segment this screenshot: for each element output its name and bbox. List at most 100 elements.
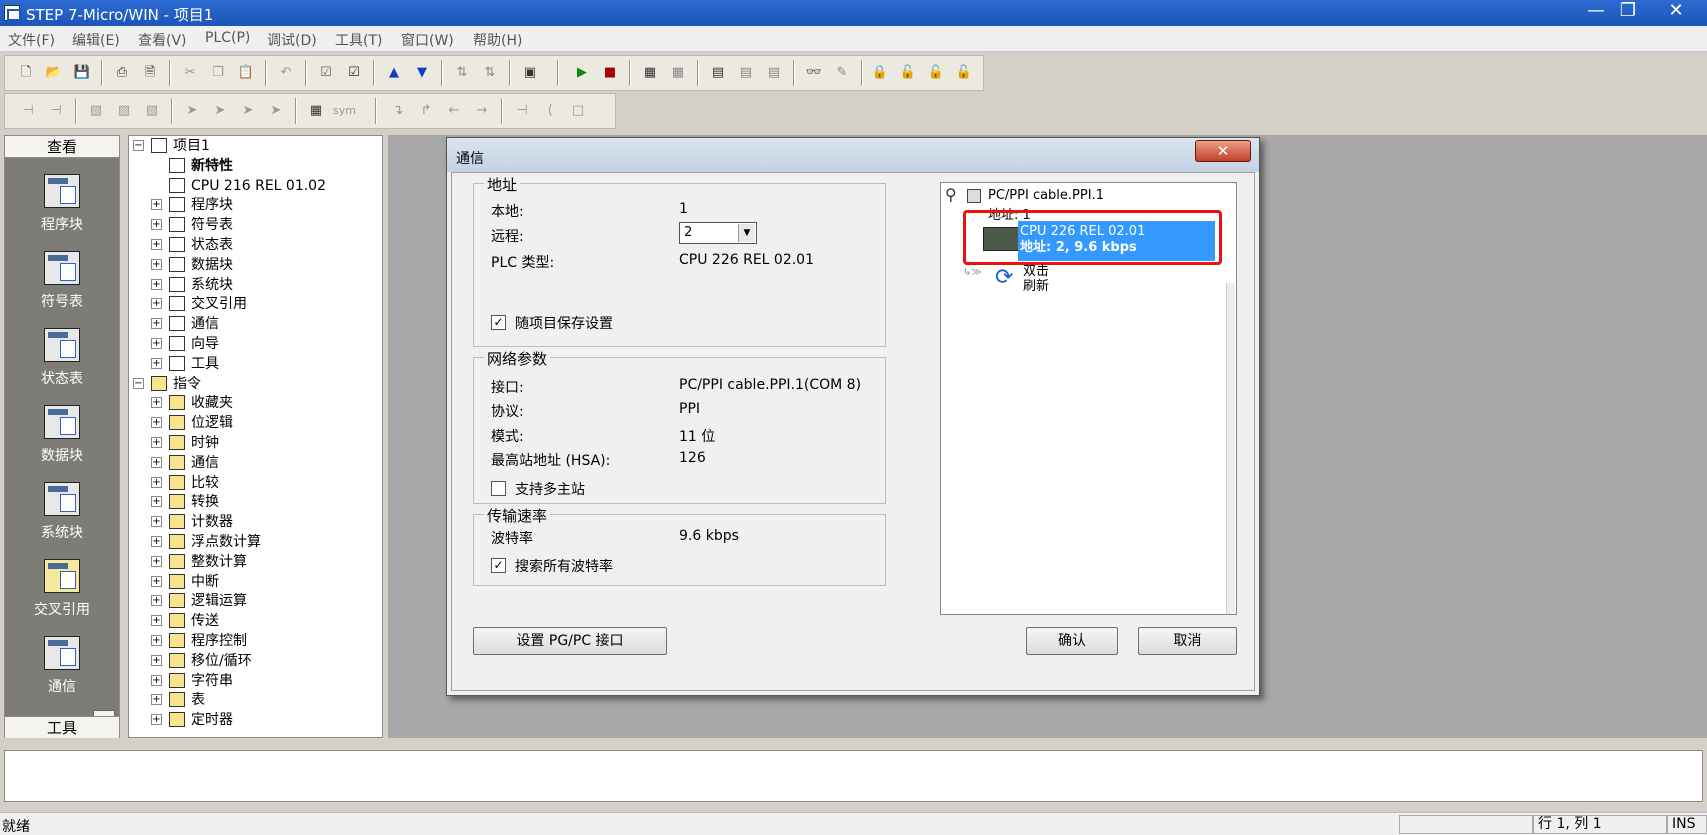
expand-icon[interactable]: +: [151, 595, 162, 607]
expand-icon[interactable]: +: [151, 258, 162, 270]
dropdown-arrow-icon[interactable]: ▼: [738, 224, 755, 242]
ladder-icon[interactable]: ▧: [113, 100, 135, 122]
menu-file[interactable]: 文件(F): [8, 30, 55, 50]
save-with-project-checkbox[interactable]: ✓: [491, 315, 506, 330]
chart-status-icon[interactable]: ▤: [707, 62, 729, 84]
expand-icon[interactable]: +: [151, 476, 162, 488]
save-all-icon[interactable]: 💾: [71, 62, 93, 84]
expand-icon[interactable]: +: [151, 635, 162, 646]
cancel-button[interactable]: 取消: [1138, 627, 1237, 655]
network-browser-pane[interactable]: ⚲ PC/PPI cable.PPI.1 地址: 1 CPU 226 REL 0…: [940, 182, 1237, 615]
expand-icon[interactable]: +: [151, 397, 162, 409]
fbd-icon[interactable]: ▧: [141, 100, 163, 122]
expand-icon[interactable]: +: [151, 318, 162, 330]
menu-help[interactable]: 帮助(H): [473, 30, 522, 50]
menu-plc[interactable]: PLC(P): [205, 30, 250, 46]
view-item-symbol-table[interactable]: 符号表: [5, 251, 119, 311]
collapse-icon[interactable]: −: [133, 140, 144, 151]
expand-icon[interactable]: +: [151, 694, 162, 706]
collapse-icon[interactable]: −: [133, 377, 144, 389]
view-item-communications[interactable]: 通信: [5, 636, 119, 696]
expand-icon[interactable]: +: [151, 437, 162, 448]
insert-box-icon[interactable]: □: [567, 100, 589, 122]
copy-icon[interactable]: ❐: [207, 62, 229, 84]
cable-name[interactable]: PC/PPI cable.PPI.1: [988, 188, 1104, 203]
run-icon[interactable]: ▶: [571, 62, 593, 84]
search-all-baud-label[interactable]: 搜索所有波特率: [515, 556, 613, 576]
stl-icon[interactable]: ▧: [85, 100, 107, 122]
refresh-label[interactable]: 双击 刷新: [1023, 264, 1049, 294]
expand-icon[interactable]: +: [151, 575, 162, 587]
expand-icon[interactable]: +: [151, 456, 162, 468]
sym-addressing-icon[interactable]: sym: [333, 100, 356, 122]
insert-coil-icon[interactable]: ⟨: [539, 100, 561, 122]
program-status-icon[interactable]: ▦: [639, 62, 661, 84]
menu-view[interactable]: 查看(V): [138, 30, 187, 50]
menu-edit[interactable]: 编辑(E): [72, 30, 120, 50]
dialog-close-button[interactable]: ✕: [1195, 140, 1251, 162]
expand-icon[interactable]: +: [151, 496, 162, 508]
print-icon[interactable]: ⎙: [111, 62, 133, 84]
read-all-forced-icon[interactable]: 🔓: [953, 62, 975, 84]
output-window[interactable]: [4, 750, 1703, 802]
write-icon[interactable]: ✎: [831, 62, 853, 84]
expand-icon[interactable]: +: [151, 536, 162, 547]
trend-icon[interactable]: ▤: [735, 62, 757, 84]
expand-icon[interactable]: +: [151, 357, 162, 369]
expand-icon[interactable]: +: [151, 239, 162, 250]
compile-all-icon[interactable]: ☑: [343, 62, 365, 84]
line-right-icon[interactable]: →: [471, 100, 493, 122]
glasses-icon[interactable]: 👓: [803, 62, 825, 84]
menu-debug[interactable]: 调试(D): [267, 30, 317, 50]
undo-icon[interactable]: ↶: [275, 62, 297, 84]
tools-tab[interactable]: 工具: [5, 716, 119, 738]
unforce-icon[interactable]: 🔓: [897, 62, 919, 84]
menu-tools[interactable]: 工具(T): [335, 30, 382, 50]
cut-icon[interactable]: ✂: [179, 62, 201, 84]
single-read-icon[interactable]: ▤: [763, 62, 785, 84]
line-left-icon[interactable]: ←: [443, 100, 465, 122]
unforce-all-icon[interactable]: 🔓: [925, 62, 947, 84]
expand-icon[interactable]: +: [151, 338, 162, 349]
ok-button[interactable]: 确认: [1026, 627, 1118, 655]
menu-window[interactable]: 窗口(W): [401, 30, 454, 50]
search-all-baud-checkbox[interactable]: ✓: [491, 558, 506, 573]
upload-icon[interactable]: ▲: [383, 62, 405, 84]
expand-icon[interactable]: +: [151, 555, 162, 567]
app-icon[interactable]: [4, 5, 21, 21]
expand-icon[interactable]: +: [151, 615, 162, 627]
options-icon[interactable]: ▣: [519, 62, 541, 84]
prev-bookmark-icon[interactable]: ➤: [237, 100, 259, 122]
set-pgpc-interface-button[interactable]: 设置 PG/PC 接口: [473, 627, 667, 655]
line-down-icon[interactable]: ↴: [387, 100, 409, 122]
line-up-icon[interactable]: ↱: [415, 100, 437, 122]
print-preview-icon[interactable]: 🗎: [139, 62, 161, 84]
expand-icon[interactable]: +: [151, 219, 162, 231]
compile-icon[interactable]: ☑: [315, 62, 337, 84]
view-item-data-block[interactable]: 数据块: [5, 405, 119, 465]
restore-button[interactable]: ❐: [1608, 0, 1648, 24]
open-folder-icon[interactable]: 📂: [43, 62, 65, 84]
expand-icon[interactable]: +: [151, 417, 162, 429]
pause-status-icon[interactable]: ▦: [667, 62, 689, 84]
sort-ascending-icon[interactable]: ⇅: [451, 62, 473, 84]
pane-scrollbar[interactable]: [1226, 283, 1235, 614]
expand-icon[interactable]: +: [151, 278, 162, 290]
view-item-program-block[interactable]: 程序块: [5, 174, 119, 234]
remote-address-select[interactable]: 2 ▼: [679, 222, 757, 244]
multi-master-label[interactable]: 支持多主站: [515, 479, 585, 499]
bookmark-icon[interactable]: ➤: [181, 100, 203, 122]
expand-icon[interactable]: +: [151, 298, 162, 310]
new-file-icon[interactable]: 🗋: [15, 62, 37, 84]
view-item-status-chart[interactable]: 状态表: [5, 328, 119, 388]
clear-bookmark-icon[interactable]: ➤: [265, 100, 287, 122]
insert-contact-icon[interactable]: ⊣: [511, 100, 533, 122]
expand-icon[interactable]: +: [151, 516, 162, 528]
expand-icon[interactable]: +: [151, 199, 162, 211]
next-bookmark-icon[interactable]: ➤: [209, 100, 231, 122]
symbol-table-icon[interactable]: ▦: [305, 100, 327, 122]
expand-icon[interactable]: +: [151, 714, 162, 726]
sort-descending-icon[interactable]: ⇅: [479, 62, 501, 84]
view-item-system-block[interactable]: 系统块: [5, 482, 119, 542]
refresh-icon[interactable]: ⟳: [995, 267, 1013, 289]
